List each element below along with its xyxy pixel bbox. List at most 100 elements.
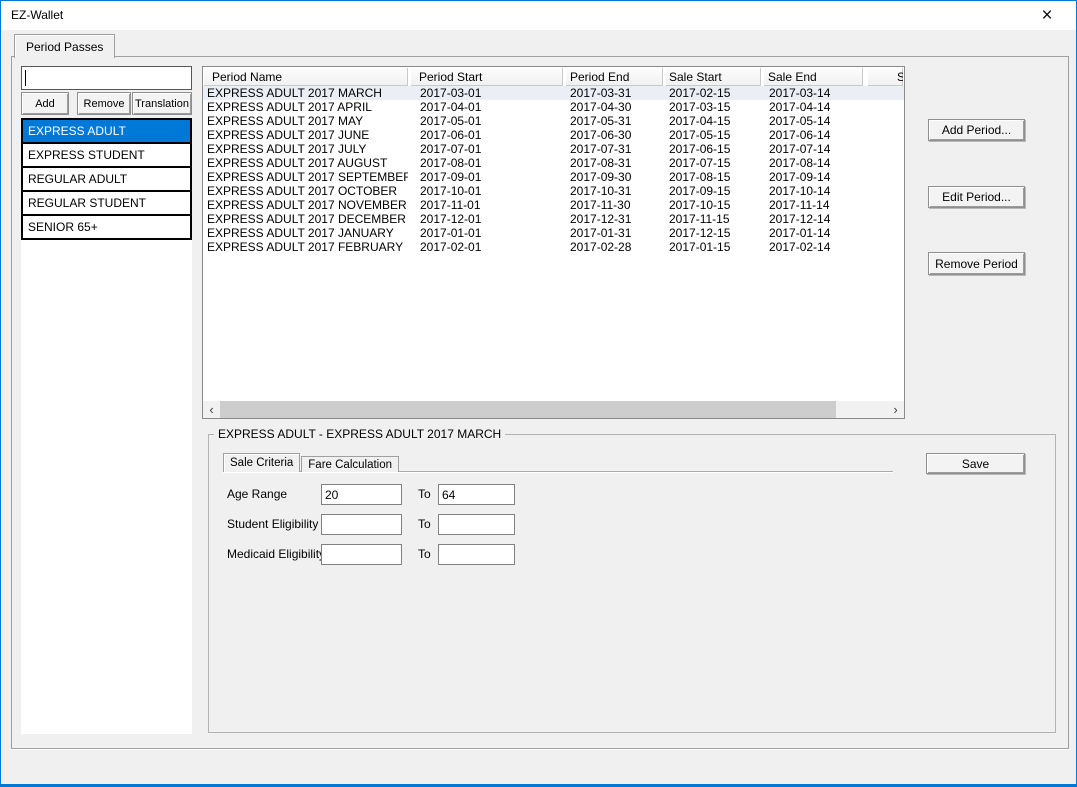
cell-sale-end: 2017-01-14 [761,226,863,240]
cell-period-start: 2017-09-01 [408,170,563,184]
age-from-input[interactable] [321,484,402,505]
remove-period-button[interactable]: Remove Period [928,252,1025,275]
cell-sale-end: 2017-07-14 [761,142,863,156]
category-item[interactable]: REGULAR ADULT [21,166,192,192]
table-row[interactable]: EXPRESS ADULT 2017 DECEMBER2017-12-01201… [203,212,904,226]
save-label: Save [962,457,989,471]
cell-period-start: 2017-02-01 [408,240,563,254]
cell-sale-start: 2017-08-15 [663,170,761,184]
column-header-period-name[interactable]: Period Name [203,67,408,86]
column-header-clipped[interactable]: S [867,67,903,86]
remove-category-button[interactable]: Remove [77,92,131,115]
cell-name: EXPRESS ADULT 2017 JULY [203,142,408,156]
table-row[interactable]: EXPRESS ADULT 2017 OCTOBER2017-10-01 2017… [203,184,904,198]
cell-sale-end: 2017-11-14 [761,198,863,212]
cell-period-start: 2017-12-01 [408,212,563,226]
translation-label: Translation [135,98,189,110]
category-item[interactable]: EXPRESS STUDENT [21,142,192,168]
table-row[interactable]: EXPRESS ADULT 2017 MARCH2017-03-012017-0… [203,86,904,100]
detail-group-title: EXPRESS ADULT - EXPRESS ADULT 2017 MARCH [214,427,505,441]
title-bar: EZ-Wallet × [1,1,1076,30]
cell-period-start: 2017-04-01 [408,100,563,114]
cell-period-end: 2017-08-31 [563,156,663,170]
medicaid-eligibility-label: Medicaid Eligibility [227,544,325,565]
translation-button[interactable]: Translation [132,92,192,115]
table-row[interactable]: EXPRESS ADULT 2017 JULY2017-07-012017-07… [203,142,904,156]
table-row[interactable]: EXPRESS ADULT 2017 JUNE2017-06-01 2017-06… [203,128,904,142]
cell-sale-start: 2017-12-15 [663,226,761,240]
category-item[interactable]: EXPRESS ADULT [21,118,192,144]
close-icon: × [1041,6,1052,25]
table-row[interactable]: EXPRESS ADULT 2017 SEPTEMBER2017-09-0120… [203,170,904,184]
column-header-period-start[interactable]: Period Start [410,67,563,86]
cell-period-start: 2017-08-01 [408,156,563,170]
column-header-sale-start[interactable]: Sale Start [665,67,761,86]
cell-name: EXPRESS ADULT 2017 JUNE [203,128,408,142]
student-eligibility-label: Student Eligibility [227,514,318,535]
age-to-input[interactable] [438,484,515,505]
cell-sale-start: 2017-10-15 [663,198,761,212]
student-from-input[interactable] [321,514,402,535]
tab-period-passes[interactable]: Period Passes [14,34,115,58]
remove-period-label: Remove Period [935,257,1018,271]
detail-groupbox [208,434,1056,733]
cell-period-start: 2017-06-01 [408,128,563,142]
add-period-button[interactable]: Add Period... [928,119,1025,141]
cell-period-start: 2017-10-01 [408,184,563,198]
medicaid-to-input[interactable] [438,544,515,565]
student-to-input[interactable] [438,514,515,535]
save-button[interactable]: Save [926,453,1025,474]
age-to-label: To [418,484,431,505]
cell-name: EXPRESS ADULT 2017 APRIL [203,100,408,114]
table-row[interactable]: EXPRESS ADULT 2017 NOVEMBER2017-11-01201… [203,198,904,212]
cell-period-end: 2017-09-30 [563,170,663,184]
cell-sale-start: 2017-01-15 [663,240,761,254]
cell-sale-end: 2017-02-14 [761,240,863,254]
table-row[interactable]: EXPRESS ADULT 2017 AUGUST2017-08-012017-… [203,156,904,170]
cell-period-end: 2017-02-28 [563,240,663,254]
cell-sale-start: 2017-02-15 [663,86,761,100]
close-button[interactable]: × [1030,3,1064,28]
cell-sale-end: 2017-04-14 [761,100,863,114]
tab-period-passes-label: Period Passes [26,40,103,54]
table-row[interactable]: EXPRESS ADULT 2017 APRIL2017-04-01 2017-0… [203,100,904,114]
cell-period-start: 2017-11-01 [408,198,563,212]
detail-tabs: Sale Criteria Fare Calculation [223,453,399,472]
column-header-period-end[interactable]: Period End [565,67,663,86]
cell-name: EXPRESS ADULT 2017 OCTOBER [203,184,408,198]
cell-period-end: 2017-11-30 [563,198,663,212]
cell-name: EXPRESS ADULT 2017 JANUARY [203,226,408,240]
cell-name: EXPRESS ADULT 2017 NOVEMBER [203,198,408,212]
window-title: EZ-Wallet [11,8,63,22]
cell-sale-end: 2017-09-14 [761,170,863,184]
tab-sale-criteria[interactable]: Sale Criteria [223,453,300,472]
cell-period-end: 2017-12-31 [563,212,663,226]
cell-name: EXPRESS ADULT 2017 DECEMBER [203,212,408,226]
cell-name: EXPRESS ADULT 2017 FEBRUARY [203,240,408,254]
cell-sale-end: 2017-06-14 [761,128,863,142]
add-category-label: Add [35,98,55,110]
horizontal-scrollbar: ‹ › [203,401,904,418]
category-filter-input[interactable] [21,66,192,90]
cell-period-end: 2017-07-31 [563,142,663,156]
category-item[interactable]: SENIOR 65+ [21,214,192,240]
medicaid-from-input[interactable] [321,544,402,565]
period-table-header: Period Name Period Start Period End Sale… [203,67,903,86]
app-window: EZ-Wallet × Period Passes Add Remove Tra… [0,0,1077,787]
add-category-button[interactable]: Add [21,92,69,115]
edit-period-button[interactable]: Edit Period... [928,186,1025,208]
scroll-left-arrow-icon[interactable]: ‹ [203,401,220,418]
cell-sale-start: 2017-11-15 [663,212,761,226]
cell-sale-end: 2017-12-14 [761,212,863,226]
table-row[interactable]: EXPRESS ADULT 2017 MAY2017-05-012017-05-… [203,114,904,128]
category-item[interactable]: REGULAR STUDENT [21,190,192,216]
table-row[interactable]: EXPRESS ADULT 2017 FEBRUARY2017-02-01201… [203,240,904,254]
tab-fare-calculation[interactable]: Fare Calculation [301,456,399,472]
scrollbar-thumb[interactable] [220,401,836,418]
scroll-right-arrow-icon[interactable]: › [887,401,904,418]
table-row[interactable]: EXPRESS ADULT 2017 JANUARY2017-01-012017… [203,226,904,240]
cell-period-start: 2017-07-01 [408,142,563,156]
cell-sale-start: 2017-09-15 [663,184,761,198]
age-range-label: Age Range [227,484,287,505]
column-header-sale-end[interactable]: Sale End [763,67,863,86]
